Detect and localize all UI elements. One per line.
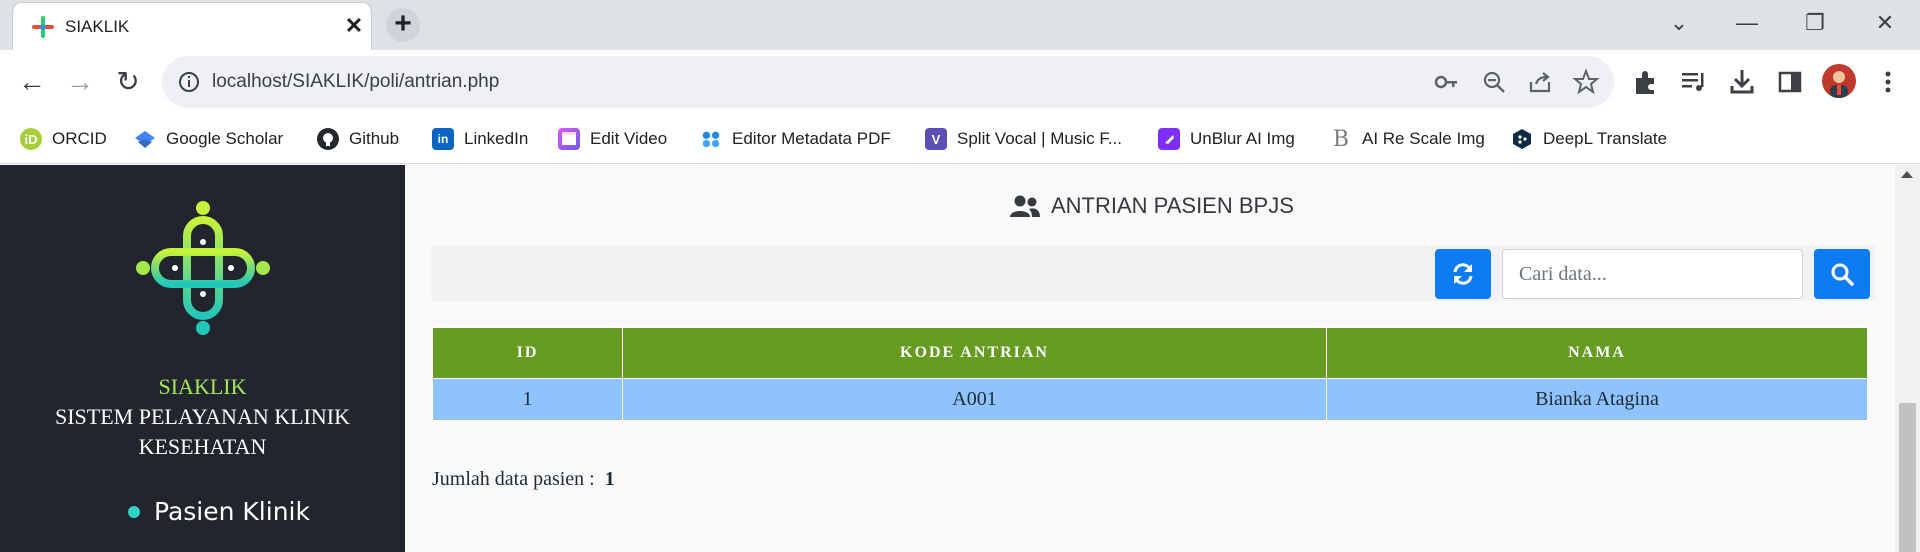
minimize-button[interactable]: —: [1724, 8, 1770, 38]
siaklik-favicon-icon: [31, 15, 55, 39]
share-icon[interactable]: [1526, 68, 1554, 96]
url-text[interactable]: localhost/SIAKLIK/poli/antrian.php: [212, 71, 499, 93]
key-icon[interactable]: [1432, 68, 1460, 96]
bookmark-label: Editor Metadata PDF: [732, 129, 891, 148]
bookmark-label: Google Scholar: [166, 129, 284, 148]
tab-close-icon[interactable]: ✕: [341, 13, 367, 39]
orcid-icon: iD: [20, 128, 42, 150]
browser-menu-icon[interactable]: [1870, 64, 1906, 100]
antrian-table: ID KODE ANTRIAN NAMA 1 A001 Bianka Atagi…: [432, 327, 1868, 421]
search-button[interactable]: [1814, 249, 1870, 299]
bookmark-label: LinkedIn: [464, 129, 529, 148]
tab-title: SIAKLIK: [65, 17, 130, 36]
column-header-id[interactable]: ID: [432, 327, 623, 379]
bookmark-label: ORCID: [52, 129, 107, 148]
sidebar-item-pasien-klinik[interactable]: Pasien Klinik: [128, 497, 310, 526]
main-content: ANTRIAN PASIEN BPJS ID KODE ANTRIAN: [405, 165, 1895, 552]
search-icon: [1830, 262, 1854, 286]
downloads-icon[interactable]: [1724, 64, 1760, 100]
back-button[interactable]: ←: [12, 62, 52, 102]
bookmark-linkedin[interactable]: in LinkedIn: [432, 124, 528, 154]
address-bar[interactable]: localhost/SIAKLIK/poli/antrian.php: [162, 56, 1614, 108]
rescale-icon: B: [1332, 126, 1350, 152]
search-input[interactable]: [1502, 249, 1803, 299]
scroll-up-arrow-icon[interactable]: [1901, 171, 1913, 178]
table-header-row: ID KODE ANTRIAN NAMA: [432, 327, 1868, 379]
browser-tab[interactable]: SIAKLIK ✕: [12, 2, 372, 50]
close-window-button[interactable]: ✕: [1862, 8, 1908, 38]
video-icon: [558, 128, 580, 150]
bookmark-ai-rescale-img[interactable]: B AI Re Scale Img: [1330, 124, 1485, 154]
restore-button[interactable]: ❐: [1792, 8, 1838, 38]
cell-id: 1: [432, 378, 623, 421]
pdf-icon: [700, 128, 722, 150]
bookmarks-bar: iD ORCID Google Scholar Github in Linked…: [0, 114, 1920, 164]
side-panel-icon[interactable]: [1772, 64, 1808, 100]
table-row[interactable]: 1 A001 Bianka Atagina: [432, 378, 1868, 421]
extensions-icon[interactable]: [1628, 64, 1664, 100]
cell-nama: Bianka Atagina: [1326, 378, 1868, 421]
new-tab-button[interactable]: +: [386, 8, 420, 42]
tab-search-icon[interactable]: ⌄: [1656, 8, 1702, 38]
bookmark-edit-video[interactable]: Edit Video: [558, 124, 667, 154]
siaklik-logo-icon: [135, 200, 271, 341]
zoom-out-icon[interactable]: [1480, 68, 1508, 96]
unblur-icon: [1158, 128, 1180, 150]
browser-toolbar: ← → ↻ localhost/SIAKLIK/poli/antrian.php: [0, 50, 1920, 114]
bookmark-label: Github: [349, 129, 400, 148]
bookmark-editor-metadata-pdf[interactable]: Editor Metadata PDF: [700, 124, 891, 154]
sidebar-item-label: Pasien Klinik: [154, 497, 310, 526]
scrollbar-thumb[interactable]: [1899, 403, 1916, 552]
sidebar-brand: SIAKLIK SISTEM PELAYANAN KLINIK KESEHATA…: [0, 372, 405, 462]
bookmark-label: AI Re Scale Img: [1362, 129, 1485, 148]
bookmark-github[interactable]: Github: [317, 124, 399, 154]
github-icon: [317, 128, 339, 150]
deepl-icon: [1511, 128, 1533, 150]
forward-button[interactable]: →: [60, 62, 100, 102]
refresh-button[interactable]: [1435, 249, 1491, 299]
bookmark-label: Edit Video: [590, 129, 668, 148]
column-header-nama[interactable]: NAMA: [1326, 327, 1868, 379]
summary-count: 1: [604, 468, 615, 490]
bookmark-google-scholar[interactable]: Google Scholar: [134, 124, 283, 154]
vocal-icon: V: [925, 128, 947, 150]
scholar-icon: [134, 128, 156, 150]
bookmark-star-icon[interactable]: [1572, 68, 1600, 96]
bullet-dot-icon: [128, 505, 140, 518]
browser-tab-strip: SIAKLIK ✕ + ⌄ — ❐ ✕: [0, 0, 1920, 50]
refresh-icon: [1450, 261, 1476, 287]
bookmark-split-vocal[interactable]: V Split Vocal | Music F...: [925, 124, 1122, 154]
linkedin-icon: in: [432, 128, 454, 150]
bookmark-deepl-translate[interactable]: DeepL Translate: [1511, 124, 1667, 154]
bookmark-unblur-ai-img[interactable]: UnBlur AI Img: [1158, 124, 1295, 154]
media-control-icon[interactable]: [1676, 64, 1712, 100]
bookmark-label: Split Vocal | Music F...: [957, 129, 1123, 148]
reload-button[interactable]: ↻: [108, 62, 148, 102]
summary-label: Jumlah data pasien :: [432, 468, 595, 490]
app-subtitle: SISTEM PELAYANAN KLINIK KESEHATAN: [55, 404, 350, 459]
profile-avatar[interactable]: [1822, 64, 1856, 98]
app-name: SIAKLIK: [158, 374, 247, 399]
users-icon: [1009, 194, 1041, 218]
bookmark-orcid[interactable]: iD ORCID: [20, 124, 107, 154]
patient-count-summary: Jumlah data pasien : 1: [432, 468, 615, 491]
bookmark-label: DeepL Translate: [1543, 129, 1668, 148]
page-title: ANTRIAN PASIEN BPJS: [1009, 193, 1294, 219]
bookmark-label: UnBlur AI Img: [1190, 129, 1295, 148]
sidebar: SIAKLIK SISTEM PELAYANAN KLINIK KESEHATA…: [0, 165, 405, 552]
column-header-kode-antrian[interactable]: KODE ANTRIAN: [622, 327, 1327, 379]
page-scrollbar[interactable]: [1895, 165, 1920, 552]
site-info-icon[interactable]: [178, 71, 200, 93]
cell-kode-antrian: A001: [622, 378, 1327, 421]
page-title-text: ANTRIAN PASIEN BPJS: [1051, 193, 1294, 218]
